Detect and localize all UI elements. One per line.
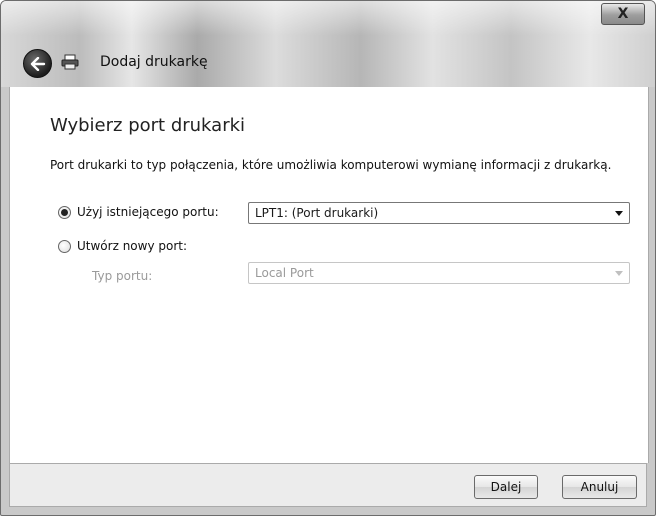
new-port-option[interactable]: Utwórz nowy port: <box>58 239 187 253</box>
existing-port-radio[interactable] <box>58 205 71 219</box>
existing-port-label: Użyj istniejącego portu: <box>77 205 219 219</box>
new-port-radio[interactable] <box>58 239 71 253</box>
wizard-footer: Dalej Anuluj <box>9 463 647 507</box>
add-printer-window: X Dodaj drukarkę Wybierz port drukarki P… <box>0 0 656 516</box>
existing-port-option[interactable]: Użyj istniejącego portu: <box>58 205 219 219</box>
page-title: Wybierz port drukarki <box>50 115 246 136</box>
window-title: Dodaj drukarkę <box>100 54 208 70</box>
wizard-content: Wybierz port drukarki Port drukarki to t… <box>9 87 649 463</box>
chevron-down-icon <box>615 271 623 276</box>
back-button[interactable] <box>23 49 52 78</box>
close-icon: X <box>617 6 629 22</box>
cancel-button[interactable]: Anuluj <box>562 475 637 499</box>
back-arrow-icon <box>30 56 45 71</box>
port-type-select: Local Port <box>248 262 630 284</box>
next-button[interactable]: Dalej <box>474 475 538 499</box>
port-type-value: Local Port <box>255 266 314 280</box>
existing-port-value: LPT1: (Port drukarki) <box>255 206 379 220</box>
page-description: Port drukarki to typ połączenia, które u… <box>50 158 612 172</box>
port-type-label: Typ portu: <box>92 269 153 283</box>
printer-icon <box>61 54 79 70</box>
navigation-bar: Dodaj drukarkę <box>1 37 655 87</box>
chevron-down-icon <box>615 211 623 216</box>
existing-port-select[interactable]: LPT1: (Port drukarki) <box>248 202 630 224</box>
close-button[interactable]: X <box>601 3 645 25</box>
new-port-label: Utwórz nowy port: <box>77 239 188 253</box>
